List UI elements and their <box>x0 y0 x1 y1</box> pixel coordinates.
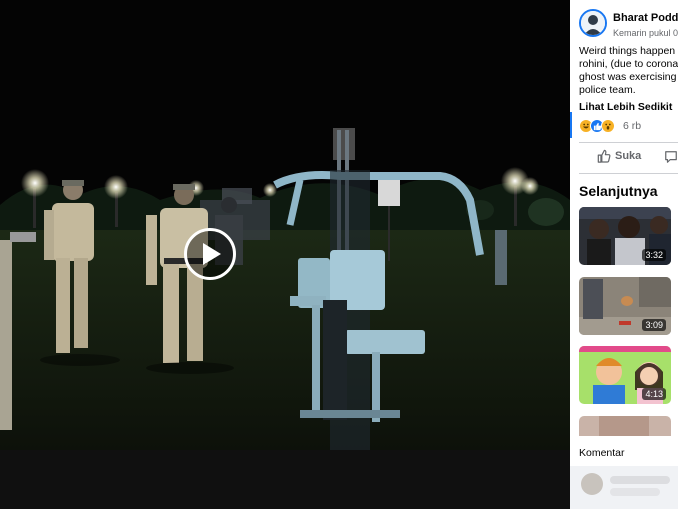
divider <box>579 173 678 174</box>
up-next-video-1[interactable]: 3:32 <box>579 207 671 265</box>
post-timestamp[interactable]: Kemarin pukul 0 <box>613 28 678 38</box>
post-text-line: rohini, (due to corona <box>579 58 678 70</box>
comments-label: Komentar <box>579 447 625 459</box>
post-side-panel: Bharat Poddar Kemarin pukul 0 Weird thin… <box>570 0 678 509</box>
like-button[interactable]: Suka <box>597 149 641 163</box>
blurred-comment-avatar <box>581 473 670 496</box>
reaction-count[interactable]: 6 rb <box>623 120 641 132</box>
post-text-line: ghost was exercising <box>579 71 677 83</box>
reactions-summary[interactable]: 6 rb <box>579 118 641 134</box>
video-duration: 4:13 <box>642 388 666 400</box>
thumbs-up-icon <box>597 149 611 163</box>
avatar-icon <box>581 11 605 35</box>
up-next-title: Selanjutnya <box>579 183 658 199</box>
video-duration: 3:09 <box>642 319 666 331</box>
see-less-link[interactable]: Lihat Lebih Sedikit <box>579 101 672 113</box>
focus-indicator <box>570 112 572 138</box>
divider <box>579 142 678 143</box>
comment-preview <box>570 466 678 509</box>
comment-button[interactable] <box>664 150 678 169</box>
video-thumbnail <box>579 416 671 436</box>
post-text-line: Weird things happen <box>579 45 676 57</box>
wow-icon <box>601 119 615 133</box>
like-label: Suka <box>615 150 642 162</box>
post-text-line: police team. <box>579 84 636 96</box>
up-next-video-2[interactable]: 3:09 <box>579 277 671 335</box>
video-duration: 3:32 <box>642 249 666 261</box>
comment-icon <box>665 151 677 163</box>
video-frame <box>0 0 570 450</box>
post-text: Weird things happen rohini, (due to coro… <box>579 45 678 97</box>
play-icon <box>203 243 221 265</box>
post-actions: Suka <box>570 146 678 170</box>
post-header: Bharat Poddar Kemarin pukul 0 <box>579 9 678 39</box>
play-button[interactable] <box>184 228 236 280</box>
up-next-video-3[interactable]: 4:13 <box>579 346 671 404</box>
video-bottom-area <box>0 450 570 509</box>
author-name[interactable]: Bharat Poddar <box>613 12 678 24</box>
video-player[interactable] <box>0 0 570 509</box>
up-next-video-4[interactable] <box>579 416 671 436</box>
avatar[interactable] <box>579 9 607 37</box>
app-root: Bharat Poddar Kemarin pukul 0 Weird thin… <box>0 0 678 509</box>
